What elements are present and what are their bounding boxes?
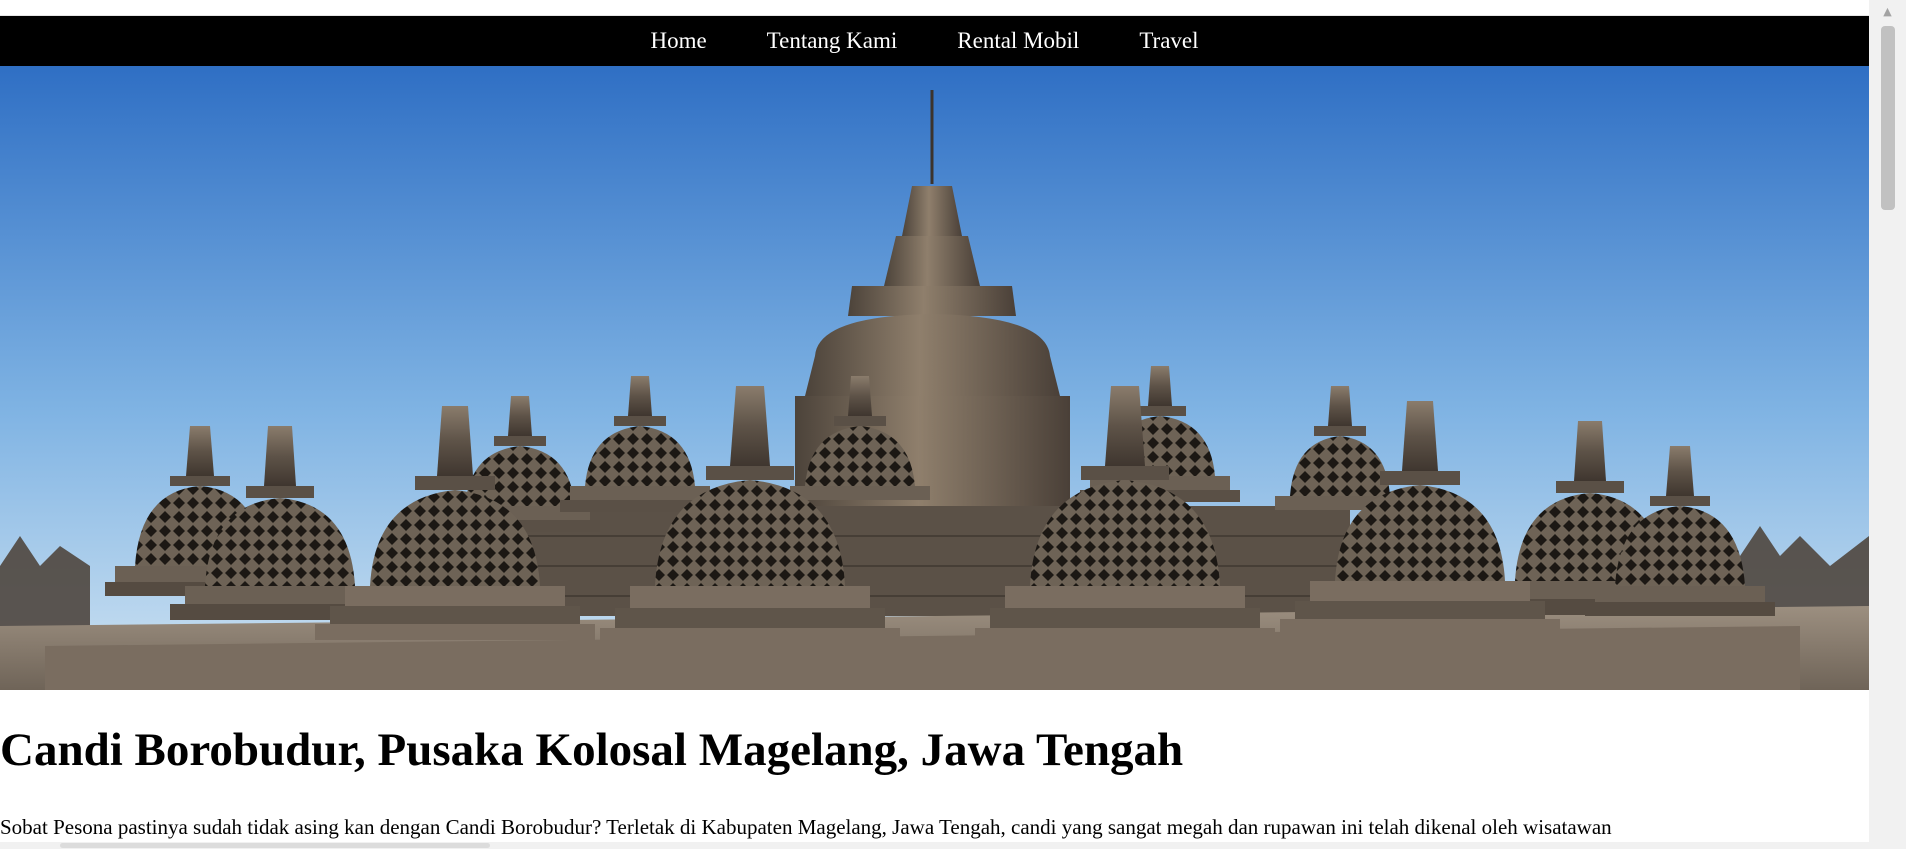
nav-list: Home Tentang Kami Rental Mobil Travel <box>620 16 1228 66</box>
article-body-text: Sobat Pesona pastinya sudah tidak asing … <box>0 815 1612 839</box>
nav-link-travel[interactable]: Travel <box>1109 16 1228 66</box>
page-viewport: Home Tentang Kami Rental Mobil Travel Ca… <box>0 0 1869 849</box>
top-strip <box>0 0 1869 16</box>
main-navbar: Home Tentang Kami Rental Mobil Travel <box>0 16 1869 66</box>
nav-item-home: Home <box>620 16 736 66</box>
nav-item-rental-mobil: Rental Mobil <box>927 16 1109 66</box>
horizontal-scrollbar-thumb[interactable] <box>60 843 490 848</box>
article-title: Candi Borobudur, Pusaka Kolosal Magelang… <box>0 724 1184 776</box>
vertical-scrollbar[interactable]: ▲ <box>1869 0 1906 849</box>
vertical-scrollbar-thumb[interactable] <box>1881 26 1895 210</box>
scroll-up-arrow-icon[interactable]: ▲ <box>1869 0 1906 22</box>
nav-link-rental-mobil[interactable]: Rental Mobil <box>927 16 1109 66</box>
nav-link-home[interactable]: Home <box>620 16 736 66</box>
horizontal-scrollbar[interactable] <box>0 842 1869 849</box>
nav-link-tentang-kami[interactable]: Tentang Kami <box>737 16 928 66</box>
nav-item-travel: Travel <box>1109 16 1228 66</box>
borobudur-illustration <box>0 66 1869 690</box>
hero-image-borobudur <box>0 66 1869 690</box>
nav-item-tentang-kami: Tentang Kami <box>737 16 928 66</box>
